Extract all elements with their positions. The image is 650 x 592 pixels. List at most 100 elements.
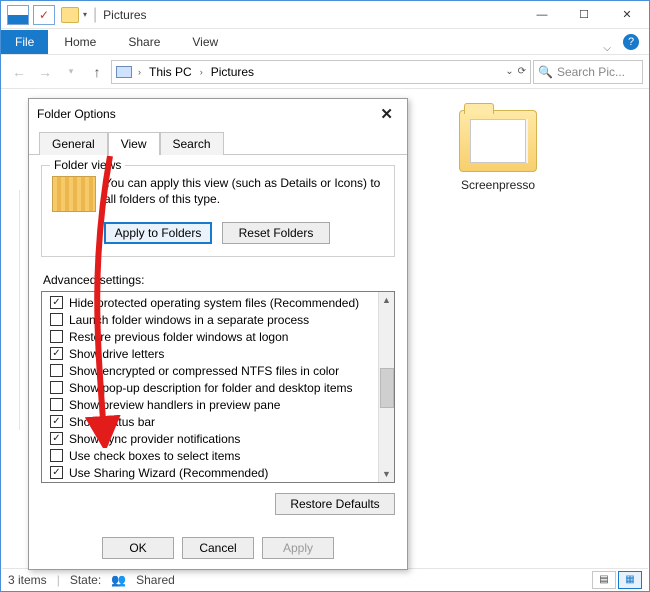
address-bar[interactable]: › This PC › Pictures ⌄ ⟳ bbox=[111, 60, 531, 84]
navbar: ← → ▾ ↑ › This PC › Pictures ⌄ ⟳ 🔍 Searc… bbox=[1, 55, 649, 89]
recent-locations-dropdown[interactable]: ▾ bbox=[59, 60, 83, 84]
close-button[interactable]: ✕ bbox=[605, 1, 649, 28]
scroll-thumb[interactable] bbox=[380, 368, 394, 408]
chevron-right-icon[interactable]: › bbox=[136, 67, 143, 77]
advanced-option[interactable]: Show sync provider notifications bbox=[50, 430, 378, 447]
search-placeholder: Search Pic... bbox=[557, 65, 625, 79]
advanced-option[interactable]: Use Sharing Wizard (Recommended) bbox=[50, 464, 378, 481]
maximize-button[interactable]: ☐ bbox=[563, 1, 605, 28]
scroll-down-icon[interactable]: ▼ bbox=[382, 466, 391, 482]
search-input[interactable]: 🔍 Search Pic... bbox=[533, 60, 643, 84]
folder-views-legend: Folder views bbox=[50, 158, 125, 172]
checkbox[interactable] bbox=[50, 466, 63, 479]
advanced-option[interactable]: Hide protected operating system files (R… bbox=[50, 294, 378, 311]
advanced-option[interactable]: Restore previous folder windows at logon bbox=[50, 328, 378, 345]
checkbox[interactable] bbox=[50, 381, 63, 394]
search-icon: 🔍 bbox=[538, 65, 553, 79]
advanced-option-label: Use check boxes to select items bbox=[69, 449, 240, 463]
checkbox[interactable] bbox=[50, 415, 63, 428]
advanced-option[interactable]: Show encrypted or compressed NTFS files … bbox=[50, 362, 378, 379]
details-view-button[interactable]: ▤ bbox=[592, 571, 616, 589]
checkbox[interactable] bbox=[50, 432, 63, 445]
qat-checkbox-icon[interactable]: ✓ bbox=[33, 5, 55, 25]
advanced-option[interactable]: Launch folder windows in a separate proc… bbox=[50, 311, 378, 328]
advanced-option[interactable]: Show pop-up description for folder and d… bbox=[50, 379, 378, 396]
qat-dropdown-icon[interactable]: ▾ bbox=[83, 10, 87, 19]
advanced-settings-list[interactable]: Hide protected operating system files (R… bbox=[41, 291, 395, 483]
ribbon-tab-view[interactable]: View bbox=[176, 30, 234, 54]
advanced-settings-label: Advanced settings: bbox=[43, 273, 395, 287]
checkbox[interactable] bbox=[50, 330, 63, 343]
titlebar: ✓ ▾ | Pictures — ☐ ✕ bbox=[1, 1, 649, 29]
dialog-close-button[interactable]: ✕ bbox=[374, 103, 399, 125]
window-title: Pictures bbox=[103, 8, 146, 22]
advanced-option[interactable]: When typing into list view bbox=[50, 481, 378, 482]
status-item-count: 3 items bbox=[8, 573, 47, 587]
folder-views-icon bbox=[52, 176, 96, 212]
checkbox[interactable] bbox=[50, 313, 63, 326]
status-state-value: Shared bbox=[136, 573, 175, 587]
folder-item-screenpresso[interactable]: Screenpresso bbox=[448, 110, 548, 192]
dialog-body: Folder views You can apply this view (su… bbox=[29, 155, 407, 525]
chevron-right-icon[interactable]: › bbox=[198, 67, 205, 77]
folder-icon bbox=[459, 110, 537, 172]
folder-views-group: Folder views You can apply this view (su… bbox=[41, 165, 395, 257]
up-button[interactable]: ↑ bbox=[85, 60, 109, 84]
advanced-option-label: Use Sharing Wizard (Recommended) bbox=[69, 466, 268, 480]
apply-to-folders-button[interactable]: Apply to Folders bbox=[104, 222, 212, 244]
tab-search[interactable]: Search bbox=[160, 132, 224, 155]
address-dropdown-icon[interactable]: ⌄ bbox=[505, 66, 513, 77]
dialog-tabs: General View Search bbox=[29, 129, 407, 155]
advanced-option-label: Show preview handlers in preview pane bbox=[69, 398, 280, 412]
status-state-label: State: bbox=[70, 573, 101, 587]
ok-button[interactable]: OK bbox=[102, 537, 174, 559]
tab-view[interactable]: View bbox=[108, 132, 160, 155]
advanced-option[interactable]: Show drive letters bbox=[50, 345, 378, 362]
ribbon-tab-share[interactable]: Share bbox=[112, 30, 176, 54]
icons-view-button[interactable]: ▦ bbox=[618, 571, 642, 589]
back-button[interactable]: ← bbox=[7, 60, 31, 84]
ribbon: File Home Share View ⌵ ? bbox=[1, 29, 649, 55]
properties-icon[interactable] bbox=[7, 5, 29, 25]
tab-general[interactable]: General bbox=[39, 132, 108, 155]
apply-button[interactable]: Apply bbox=[262, 537, 334, 559]
advanced-option-label: Launch folder windows in a separate proc… bbox=[69, 313, 309, 327]
advanced-option[interactable]: Show status bar bbox=[50, 413, 378, 430]
breadcrumb-pictures[interactable]: Pictures bbox=[209, 65, 256, 79]
checkbox[interactable] bbox=[50, 398, 63, 411]
folder-label: Screenpresso bbox=[448, 178, 548, 192]
ribbon-collapse-icon[interactable]: ⌵ bbox=[595, 43, 619, 54]
dialog-titlebar: Folder Options ✕ bbox=[29, 99, 407, 129]
quick-access-toolbar: ✓ bbox=[1, 5, 55, 25]
restore-defaults-button[interactable]: Restore Defaults bbox=[275, 493, 395, 515]
navigation-pane-edge bbox=[2, 190, 20, 430]
shared-icon: 👥 bbox=[111, 573, 126, 587]
advanced-option-label: Show encrypted or compressed NTFS files … bbox=[69, 364, 339, 378]
checkbox[interactable] bbox=[50, 296, 63, 309]
ribbon-tab-home[interactable]: Home bbox=[48, 30, 112, 54]
reset-folders-button[interactable]: Reset Folders bbox=[222, 222, 330, 244]
dialog-title: Folder Options bbox=[37, 107, 116, 121]
folder-icon bbox=[61, 7, 79, 23]
advanced-option-label: Show drive letters bbox=[69, 347, 164, 361]
breadcrumb-this-pc[interactable]: This PC bbox=[147, 65, 194, 79]
ribbon-file-tab[interactable]: File bbox=[1, 30, 48, 54]
advanced-option-label: Show status bar bbox=[69, 415, 155, 429]
checkbox[interactable] bbox=[50, 347, 63, 360]
dialog-action-row: OK Cancel Apply bbox=[29, 537, 407, 559]
folder-options-dialog: Folder Options ✕ General View Search Fol… bbox=[28, 98, 408, 570]
advanced-option[interactable]: Use check boxes to select items bbox=[50, 447, 378, 464]
forward-button[interactable]: → bbox=[33, 60, 57, 84]
scroll-up-icon[interactable]: ▲ bbox=[382, 292, 391, 308]
cancel-button[interactable]: Cancel bbox=[182, 537, 254, 559]
refresh-icon[interactable]: ⟳ bbox=[518, 66, 526, 77]
scrollbar[interactable]: ▲ ▼ bbox=[378, 292, 394, 482]
minimize-button[interactable]: — bbox=[521, 1, 563, 28]
advanced-option-label: Restore previous folder windows at logon bbox=[69, 330, 288, 344]
checkbox[interactable] bbox=[50, 364, 63, 377]
folder-views-text: You can apply this view (such as Details… bbox=[104, 176, 384, 212]
advanced-option-label: Show sync provider notifications bbox=[69, 432, 240, 446]
advanced-option[interactable]: Show preview handlers in preview pane bbox=[50, 396, 378, 413]
checkbox[interactable] bbox=[50, 449, 63, 462]
help-icon[interactable]: ? bbox=[623, 34, 639, 50]
